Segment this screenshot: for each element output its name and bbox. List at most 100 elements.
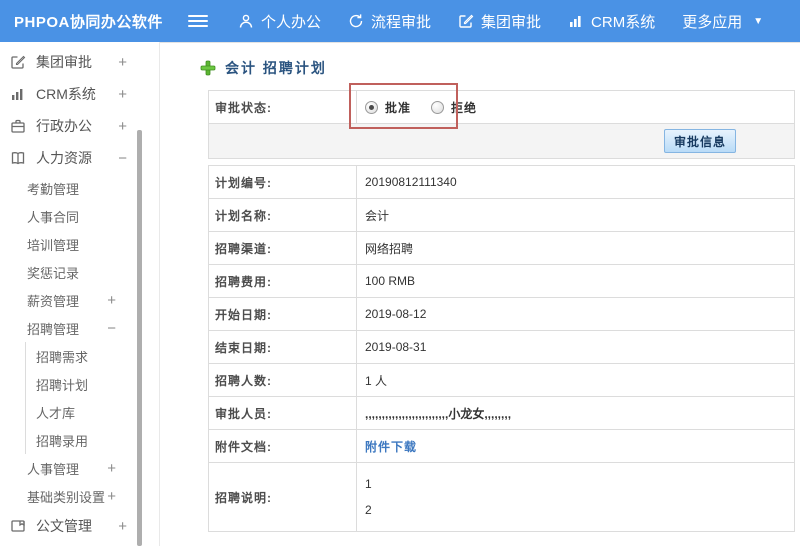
- sidebar-item-label: 培训管理: [27, 237, 80, 253]
- field-value: 网络招聘: [365, 241, 414, 256]
- table-row-plan-number: 计划编号: 20190812111340: [209, 166, 794, 199]
- table-row-approvers: 审批人员: ,,,,,,,,,,,,,,,,,,,,,,,,,小龙女,,,,,,…: [209, 397, 794, 430]
- table-row-recruit-cost: 招聘费用: 100 RMB: [209, 265, 794, 298]
- top-navigation-bar: PHPOA协同办公软件 个人办公 流程审批 集团审批 CRM系统 更多应用 ▼: [0, 0, 800, 42]
- sidebar-item-admin-office[interactable]: 行政办公 +: [0, 110, 159, 142]
- field-value: 1 人: [365, 373, 388, 388]
- sidebar-item-hr-contract[interactable]: 人事合同: [0, 202, 159, 230]
- radio-approve[interactable]: [365, 100, 378, 114]
- sidebar-item-label: 集团审批: [36, 54, 92, 70]
- table-row-description: 招聘说明: 1 2: [209, 463, 794, 531]
- book-icon: [10, 150, 27, 166]
- status-row: 审批状态: 批准 拒绝: [209, 91, 794, 124]
- main-content: 会计 招聘计划 审批状态: 批准 拒绝 审批信息 计划编号: 201908121…: [160, 42, 800, 546]
- button-row: 审批信息: [209, 124, 794, 158]
- process-approval-icon: [348, 13, 364, 29]
- sidebar-item-label: 招聘计划: [36, 377, 89, 393]
- nav-label: 流程审批: [371, 13, 432, 31]
- description-line: 1: [365, 477, 372, 491]
- sidebar-item-recruitment-mgmt[interactable]: 招聘管理 −: [0, 314, 159, 342]
- table-row-attachment: 附件文档: 附件下载: [209, 430, 794, 463]
- sidebar-item-document-mgmt[interactable]: 公文管理 +: [0, 510, 159, 542]
- sidebar-item-reward-punishment[interactable]: 奖惩记录: [0, 258, 159, 286]
- sidebar-item-human-resources[interactable]: 人力资源 −: [0, 142, 159, 174]
- approval-status-radio-group: 批准 拒绝: [365, 99, 497, 116]
- field-value: 20190812111340: [365, 175, 457, 189]
- briefcase-icon: [10, 118, 27, 134]
- field-value: 会计: [365, 208, 390, 223]
- field-value: 100 RMB: [365, 274, 416, 288]
- sidebar-item-label: 人力资源: [36, 150, 92, 166]
- app-logo: PHPOA协同办公软件: [14, 13, 163, 31]
- sidebar-item-label: 招聘录用: [36, 433, 89, 449]
- nav-more-apps[interactable]: 更多应用 ▼: [682, 11, 763, 32]
- radio-reject-label[interactable]: 拒绝: [451, 99, 477, 116]
- radio-approve-label[interactable]: 批准: [385, 99, 411, 116]
- sidebar-item-label: 奖惩记录: [27, 265, 80, 281]
- sidebar-item-label: 招聘需求: [36, 349, 89, 365]
- nav-label: CRM系统: [591, 13, 656, 31]
- field-value: 2019-08-12: [365, 307, 427, 321]
- sidebar-item-label: 考勤管理: [27, 181, 80, 197]
- page-title-text: 会计 招聘计划: [225, 60, 327, 76]
- top-nav: 个人办公 流程审批 集团审批 CRM系统 更多应用 ▼: [238, 11, 790, 32]
- attachment-download-link[interactable]: 附件下载: [365, 438, 417, 455]
- sidebar-item-group-approval[interactable]: 集团审批 +: [0, 46, 159, 78]
- sidebar-item-label: 人事管理: [27, 461, 80, 477]
- sidebar-item-salary-mgmt[interactable]: 薪资管理 +: [0, 286, 159, 314]
- hamburger-menu-icon[interactable]: [188, 12, 208, 30]
- sidebar-item-crm-system[interactable]: CRM系统 +: [0, 78, 159, 110]
- sidebar-item-label: 人事合同: [27, 209, 80, 225]
- expand-icon[interactable]: +: [107, 460, 116, 477]
- radio-reject[interactable]: [431, 100, 445, 114]
- sidebar-item-label: CRM系统: [36, 86, 96, 102]
- expand-icon[interactable]: +: [107, 488, 116, 505]
- nav-group-approval[interactable]: 集团审批: [458, 11, 541, 32]
- field-label: 招聘说明:: [209, 463, 357, 531]
- field-value: ,,,,,,,,,,,,,,,,,,,,,,,,,小龙女,,,,,,,,: [365, 406, 512, 421]
- expand-icon[interactable]: +: [107, 292, 116, 309]
- sidebar-item-label: 基础类别设置: [27, 489, 106, 505]
- field-label: 招聘渠道:: [209, 232, 357, 264]
- sidebar-item-personnel-mgmt[interactable]: 人事管理 +: [0, 454, 159, 482]
- nav-crm-system[interactable]: CRM系统: [568, 11, 655, 32]
- sidebar-item-label: 招聘管理: [27, 321, 80, 337]
- sidebar-item-training-mgmt[interactable]: 培训管理: [0, 230, 159, 258]
- field-label: 招聘费用:: [209, 265, 357, 297]
- add-plus-icon: [200, 60, 216, 76]
- collapse-icon[interactable]: −: [118, 150, 127, 167]
- user-icon: [238, 13, 254, 29]
- nav-process-approval[interactable]: 流程审批: [348, 11, 431, 32]
- sidebar-item-attendance-mgmt[interactable]: 考勤管理: [0, 174, 159, 202]
- nav-label: 集团审批: [481, 13, 542, 31]
- sidebar-item-label: 行政办公: [36, 118, 92, 134]
- bar-chart-icon: [10, 86, 27, 102]
- sidebar: 集团审批 + CRM系统 + 行政办公 + 人力资源 − 考勤管理 人事合同 培…: [0, 42, 160, 546]
- sidebar-scrollbar-thumb[interactable]: [137, 130, 142, 546]
- crm-chart-icon: [568, 13, 584, 29]
- field-label: 计划编号:: [209, 166, 357, 198]
- expand-icon[interactable]: +: [118, 54, 127, 71]
- sidebar-item-label: 薪资管理: [27, 293, 80, 309]
- approval-info-button[interactable]: 审批信息: [663, 129, 736, 153]
- table-row-end-date: 结束日期: 2019-08-31: [209, 331, 794, 364]
- sidebar-item-basic-category-settings[interactable]: 基础类别设置 +: [0, 482, 159, 510]
- field-label: 附件文档:: [209, 430, 357, 462]
- sidebar-item-vehicle-mgmt[interactable]: 用车管理 +: [0, 542, 159, 546]
- table-row-recruit-channel: 招聘渠道: 网络招聘: [209, 232, 794, 265]
- field-value: 2019-08-31: [365, 340, 427, 354]
- edit-square-icon: [10, 54, 27, 70]
- expand-icon[interactable]: +: [118, 118, 127, 135]
- nav-personal-office[interactable]: 个人办公: [238, 11, 321, 32]
- expand-icon[interactable]: +: [118, 518, 127, 535]
- field-label: 招聘人数:: [209, 364, 357, 396]
- recruitment-plan-detail-table: 计划编号: 20190812111340 计划名称: 会计 招聘渠道: 网络招聘…: [208, 165, 795, 532]
- field-label: 审批状态:: [209, 91, 357, 123]
- document-icon: [10, 518, 27, 534]
- approval-status-table: 审批状态: 批准 拒绝 审批信息: [208, 90, 795, 159]
- expand-icon[interactable]: +: [118, 86, 127, 103]
- field-label: 计划名称:: [209, 199, 357, 231]
- collapse-icon[interactable]: −: [107, 320, 116, 337]
- table-row-headcount: 招聘人数: 1 人: [209, 364, 794, 397]
- nav-label: 个人办公: [261, 13, 322, 31]
